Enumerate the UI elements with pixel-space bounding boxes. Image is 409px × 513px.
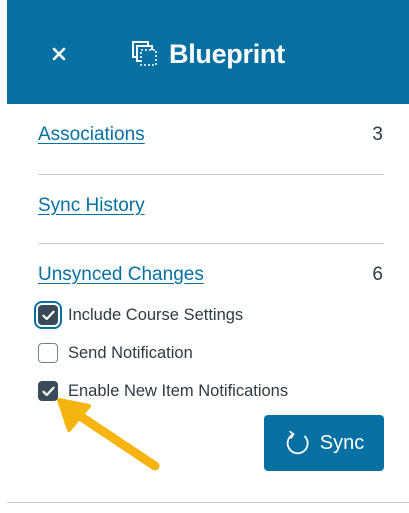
- panel-title: Blueprint: [169, 38, 285, 69]
- close-button[interactable]: [45, 40, 73, 68]
- checkmark-icon: [41, 386, 55, 396]
- include-course-settings-option[interactable]: Include Course Settings: [34, 301, 244, 329]
- send-notification-checkbox[interactable]: [38, 343, 58, 363]
- associations-count: 3: [372, 124, 383, 145]
- unsynced-changes-link[interactable]: Unsynced Changes: [38, 264, 204, 286]
- checkmark-icon: [41, 310, 55, 320]
- associations-link[interactable]: Associations: [38, 124, 145, 146]
- panel-title-group: Blueprint: [131, 36, 285, 72]
- include-course-settings-checkbox[interactable]: [34, 301, 62, 329]
- close-icon: [52, 47, 66, 61]
- sync-history-row: Sync History: [38, 195, 384, 217]
- unsynced-changes-count: 6: [372, 264, 383, 285]
- associations-row: Associations 3: [38, 124, 384, 146]
- sync-history-link[interactable]: Sync History: [38, 195, 145, 217]
- panel-header: Blueprint: [7, 0, 409, 104]
- send-notification-option[interactable]: Send Notification: [38, 343, 193, 363]
- unsynced-changes-row: Unsynced Changes 6: [38, 264, 384, 286]
- send-notification-label: Send Notification: [68, 343, 193, 362]
- sync-icon: [286, 430, 309, 455]
- divider: [7, 502, 409, 503]
- annotation-arrow: [57, 398, 160, 471]
- divider: [38, 243, 384, 244]
- blueprint-icon: [132, 41, 157, 66]
- include-course-settings-label: Include Course Settings: [68, 305, 244, 324]
- sync-button-label: Sync: [319, 431, 365, 454]
- divider: [38, 174, 384, 175]
- sync-button[interactable]: Sync: [264, 415, 384, 471]
- blueprint-panel: Blueprint Associations 3 Sync History Un…: [0, 0, 409, 513]
